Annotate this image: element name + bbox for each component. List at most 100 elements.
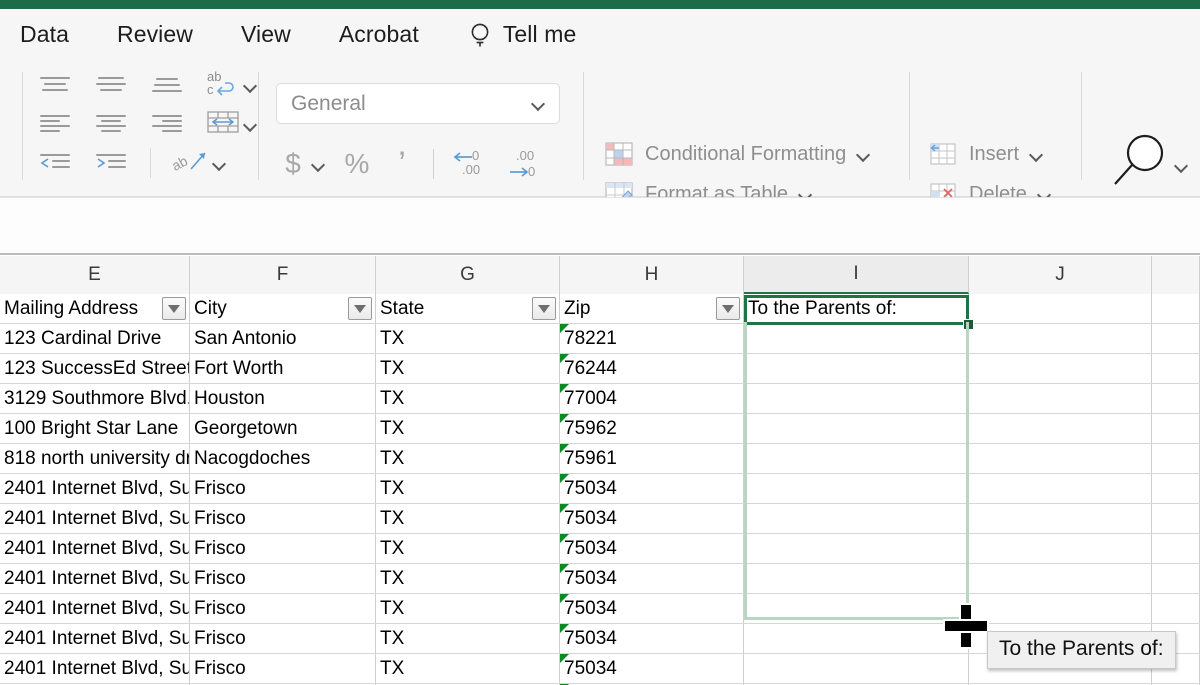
- cell-city[interactable]: Fort Worth: [190, 354, 376, 383]
- cell-mailing-address[interactable]: 123 SuccessEd Street: [0, 354, 190, 383]
- chevron-down-icon[interactable]: [312, 158, 325, 171]
- align-middle-icon[interactable]: [94, 70, 128, 100]
- tab-view[interactable]: View: [241, 21, 291, 48]
- cell-zip[interactable]: 76244: [560, 354, 744, 383]
- cell-mailing-address[interactable]: 2401 Internet Blvd, Suite: [0, 564, 190, 593]
- column-header-j[interactable]: J: [969, 256, 1152, 294]
- table-header-cell[interactable]: Mailing Address: [0, 294, 190, 323]
- cell-city[interactable]: Frisco: [190, 624, 376, 653]
- cell-blank[interactable]: [1152, 504, 1200, 533]
- cell-parents-of[interactable]: [744, 624, 969, 653]
- chevron-down-icon[interactable]: [1030, 148, 1043, 161]
- cell-error-indicator[interactable]: [560, 444, 569, 453]
- column-header-h[interactable]: H: [560, 256, 744, 294]
- cell-zip[interactable]: 75034: [560, 534, 744, 563]
- fill-handle[interactable]: [963, 319, 974, 330]
- column-header-f[interactable]: F: [190, 256, 376, 294]
- cell-zip[interactable]: 75034: [560, 504, 744, 533]
- table-header-cell[interactable]: City: [190, 294, 376, 323]
- chevron-down-icon[interactable]: [244, 79, 257, 92]
- cell-mailing-address[interactable]: 2401 Internet Blvd, Suite: [0, 594, 190, 623]
- chevron-down-icon[interactable]: [1175, 159, 1188, 172]
- column-header-e[interactable]: E: [0, 256, 190, 294]
- cell-error-indicator[interactable]: [560, 474, 569, 483]
- cell-city[interactable]: Georgetown: [190, 414, 376, 443]
- cell-blank[interactable]: [969, 474, 1152, 503]
- cell-blank[interactable]: [969, 354, 1152, 383]
- merge-center-button[interactable]: [206, 108, 257, 141]
- text-orientation-button[interactable]: ab: [173, 147, 226, 180]
- cell-parents-of[interactable]: [744, 384, 969, 413]
- cell-mailing-address[interactable]: 2401 Internet Blvd, Suite: [0, 534, 190, 563]
- cell-parents-of[interactable]: [744, 654, 969, 683]
- cell-mailing-address[interactable]: 2401 Internet Blvd, Suite: [0, 474, 190, 503]
- align-right-icon[interactable]: [150, 109, 184, 139]
- cell-error-indicator[interactable]: [560, 534, 569, 543]
- chevron-down-icon[interactable]: [244, 118, 257, 131]
- cell-city[interactable]: Frisco: [190, 564, 376, 593]
- table-header-cell[interactable]: [1152, 294, 1200, 323]
- cell-zip[interactable]: 75034: [560, 564, 744, 593]
- cell-zip[interactable]: 75034: [560, 594, 744, 623]
- cell-parents-of[interactable]: [744, 594, 969, 623]
- cell-state[interactable]: TX: [376, 504, 560, 533]
- insert-cells-button[interactable]: Insert: [928, 134, 1056, 174]
- decrease-decimal-button[interactable]: 0 .00: [448, 145, 488, 184]
- cell-zip[interactable]: 75034: [560, 654, 744, 683]
- cell-parents-of[interactable]: [744, 564, 969, 593]
- column-header-i[interactable]: I: [744, 256, 969, 294]
- cell-city[interactable]: Frisco: [190, 654, 376, 683]
- cell-mailing-address[interactable]: 100 Bright Star Lane: [0, 414, 190, 443]
- cell-city[interactable]: Houston: [190, 384, 376, 413]
- currency-button[interactable]: $: [276, 148, 310, 180]
- cell-mailing-address[interactable]: 2401 Internet Blvd, Suite: [0, 624, 190, 653]
- cell-error-indicator[interactable]: [560, 504, 569, 513]
- filter-dropdown-icon[interactable]: [532, 297, 556, 320]
- cell-state[interactable]: TX: [376, 384, 560, 413]
- cell-city[interactable]: Frisco: [190, 504, 376, 533]
- cell-blank[interactable]: [1152, 534, 1200, 563]
- cell-parents-of[interactable]: [744, 534, 969, 563]
- cell-state[interactable]: TX: [376, 474, 560, 503]
- cell-zip[interactable]: 75034: [560, 624, 744, 653]
- cell-city[interactable]: San Antonio: [190, 324, 376, 353]
- cell-blank[interactable]: [1152, 354, 1200, 383]
- tell-me-button[interactable]: Tell me: [469, 21, 577, 49]
- cell-state[interactable]: TX: [376, 654, 560, 683]
- cell-blank[interactable]: [1152, 444, 1200, 473]
- cell-state[interactable]: TX: [376, 594, 560, 623]
- cell-parents-of[interactable]: [744, 444, 969, 473]
- cell-mailing-address[interactable]: 123 Cardinal Drive: [0, 324, 190, 353]
- cell-blank[interactable]: [1152, 474, 1200, 503]
- cell-city[interactable]: Frisco: [190, 594, 376, 623]
- formula-bar[interactable]: [0, 197, 1200, 255]
- wrap-text-button[interactable]: ab c: [206, 69, 257, 102]
- cell-blank[interactable]: [1152, 564, 1200, 593]
- cell-parents-of[interactable]: [744, 504, 969, 533]
- cell-error-indicator[interactable]: [560, 594, 569, 603]
- cell-parents-of[interactable]: [744, 414, 969, 443]
- cell-error-indicator[interactable]: [560, 324, 569, 333]
- cell-blank[interactable]: [1152, 414, 1200, 443]
- cell-city[interactable]: Frisco: [190, 474, 376, 503]
- cell-blank[interactable]: [969, 594, 1152, 623]
- cell-zip[interactable]: 75962: [560, 414, 744, 443]
- increase-indent-icon[interactable]: [94, 148, 128, 178]
- filter-dropdown-icon[interactable]: [348, 297, 372, 320]
- cell-city[interactable]: Frisco: [190, 534, 376, 563]
- cell-blank[interactable]: [969, 534, 1152, 563]
- cell-state[interactable]: TX: [376, 354, 560, 383]
- cell-zip[interactable]: 75961: [560, 444, 744, 473]
- cell-error-indicator[interactable]: [560, 624, 569, 633]
- cell-state[interactable]: TX: [376, 444, 560, 473]
- cell-blank[interactable]: [969, 384, 1152, 413]
- cell-state[interactable]: TX: [376, 324, 560, 353]
- cell-mailing-address[interactable]: 2401 Internet Blvd, Suite: [0, 504, 190, 533]
- number-format-dropdown[interactable]: General: [276, 83, 560, 124]
- table-header-cell[interactable]: [969, 294, 1152, 323]
- cell-state[interactable]: TX: [376, 534, 560, 563]
- cell-city[interactable]: Nacogdoches: [190, 444, 376, 473]
- chevron-down-icon[interactable]: [532, 97, 545, 110]
- column-header-g[interactable]: G: [376, 256, 560, 294]
- cell-error-indicator[interactable]: [560, 564, 569, 573]
